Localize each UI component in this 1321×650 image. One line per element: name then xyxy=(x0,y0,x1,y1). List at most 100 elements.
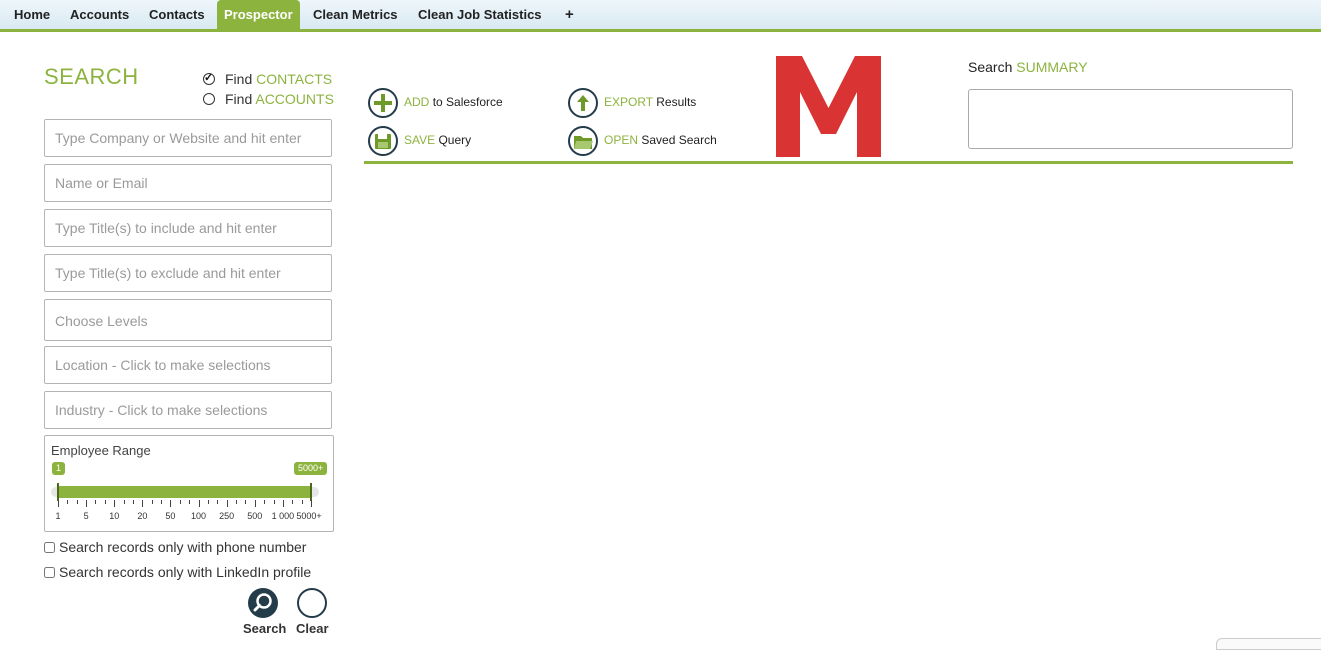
location-field xyxy=(44,346,332,384)
find-contacts-radio[interactable] xyxy=(203,71,215,85)
find-contacts-prefix: Find xyxy=(225,71,253,87)
linkedin-filter-checkbox[interactable] xyxy=(44,567,55,578)
linkedin-filter-label: Search records only with LinkedIn profil… xyxy=(59,564,312,580)
clear-button[interactable] xyxy=(297,588,327,618)
find-contacts-label: CONTACTS xyxy=(256,71,333,87)
tab-clean-metrics[interactable]: Clean Metrics xyxy=(313,0,398,29)
scale-tick-label: 50 xyxy=(165,511,176,521)
corner-widget[interactable] xyxy=(1216,638,1321,650)
scale-tick xyxy=(273,500,275,504)
open-saved-search-label[interactable]: OPEN Saved Search xyxy=(604,133,717,147)
phone-filter-row: Search records only with phone number xyxy=(44,539,306,555)
upload-arrow-icon xyxy=(577,95,589,111)
tab-home[interactable]: Home xyxy=(14,0,50,29)
location-input[interactable] xyxy=(55,348,321,382)
scale-tick xyxy=(179,500,181,504)
tab-contacts[interactable]: Contacts xyxy=(149,0,205,29)
tab-accounts[interactable]: Accounts xyxy=(70,0,129,29)
search-summary-textarea[interactable] xyxy=(968,89,1293,149)
scale-tick xyxy=(123,500,125,504)
summary-accent: SUMMARY xyxy=(1016,59,1088,75)
export-results-button[interactable] xyxy=(568,88,598,118)
scale-tick xyxy=(142,500,144,507)
name-email-input[interactable] xyxy=(55,166,321,200)
find-contacts-option[interactable]: Find CONTACTS xyxy=(203,71,332,87)
scale-tick xyxy=(104,500,106,504)
open-rest: Saved Search xyxy=(641,133,717,147)
find-accounts-option[interactable]: Find ACCOUNTS xyxy=(203,91,334,107)
range-max-handle[interactable] xyxy=(310,483,312,501)
scale-tick-label: 100 xyxy=(191,511,207,521)
find-accounts-prefix: Find xyxy=(225,91,253,107)
scale-tick-label: 500 xyxy=(247,511,263,521)
search-button[interactable] xyxy=(248,588,278,618)
range-fill xyxy=(58,486,311,498)
scale-tick-label: 5000+ xyxy=(296,511,322,521)
export-results-label[interactable]: EXPORT Results xyxy=(604,95,696,109)
range-min-handle[interactable] xyxy=(57,483,59,501)
scale-tick-label: 5 xyxy=(83,511,89,521)
scale-tick-label: 20 xyxy=(137,511,148,521)
scale-tick-label: 250 xyxy=(219,511,235,521)
add-accent: ADD xyxy=(404,95,430,109)
linkedin-filter-row: Search records only with LinkedIn profil… xyxy=(44,564,311,580)
name-email-field xyxy=(44,164,332,202)
open-saved-search-button[interactable] xyxy=(568,126,598,156)
scale-tick xyxy=(114,500,116,507)
magnifier-icon xyxy=(253,593,272,612)
scale-tick xyxy=(311,500,312,507)
scale-tick xyxy=(58,500,59,507)
phone-filter-checkbox[interactable] xyxy=(44,542,55,553)
add-to-salesforce-label[interactable]: ADD to Salesforce xyxy=(404,95,503,109)
add-tab-button[interactable]: + xyxy=(565,0,574,29)
floppy-disk-icon xyxy=(375,134,391,149)
levels-field xyxy=(44,299,332,341)
tab-clean-job-statistics[interactable]: Clean Job Statistics xyxy=(418,0,542,29)
scale-tick xyxy=(76,500,78,504)
employee-range-box: Employee Range 1 5000+ 1 5 10 20 50 100 250 500… xyxy=(44,435,334,532)
save-query-button[interactable] xyxy=(368,126,398,156)
company-field xyxy=(44,119,332,157)
scale-tick xyxy=(198,500,200,507)
results-divider xyxy=(364,161,1293,164)
scale-tick xyxy=(67,500,69,504)
search-summary-label: Search SUMMARY xyxy=(968,59,1088,75)
industry-field xyxy=(44,391,332,429)
scale-tick xyxy=(170,500,172,507)
export-rest: Results xyxy=(656,95,697,109)
find-accounts-label: ACCOUNTS xyxy=(255,91,334,107)
scale-tick xyxy=(217,500,219,504)
range-max-badge: 5000+ xyxy=(294,462,328,475)
scale-tick-label: 1 000 xyxy=(271,511,295,521)
scale-tick xyxy=(161,500,163,504)
scale-tick xyxy=(207,500,209,504)
scale-tick xyxy=(236,500,238,504)
scale-tick xyxy=(254,500,256,507)
levels-input[interactable] xyxy=(55,301,321,341)
employee-range-label: Employee Range xyxy=(51,443,151,458)
title-exclude-field xyxy=(44,254,332,292)
m-logo xyxy=(776,56,881,157)
scale-tick xyxy=(86,500,88,507)
range-min-badge: 1 xyxy=(52,462,66,475)
open-accent: OPEN xyxy=(604,133,639,147)
add-to-salesforce-button[interactable] xyxy=(368,88,398,118)
title-include-input[interactable] xyxy=(55,211,321,245)
save-accent: SAVE xyxy=(404,133,436,147)
scale-tick xyxy=(245,500,247,504)
find-accounts-radio[interactable] xyxy=(203,93,215,105)
industry-input[interactable] xyxy=(55,393,321,427)
top-tab-bar: Home Accounts Contacts Prospector Clean … xyxy=(0,0,1321,32)
tab-prospector[interactable]: Prospector xyxy=(217,0,300,29)
scale-tick-label: 10 xyxy=(109,511,120,521)
scale-tick xyxy=(301,500,303,504)
title-exclude-input[interactable] xyxy=(55,256,321,290)
company-input[interactable] xyxy=(55,121,321,155)
scale-tick xyxy=(132,500,134,504)
search-button-label: Search xyxy=(243,621,287,636)
add-rest: to Salesforce xyxy=(432,95,503,109)
scale-tick xyxy=(226,500,228,507)
save-query-label[interactable]: SAVE Query xyxy=(404,133,471,147)
scale-tick xyxy=(189,500,191,504)
phone-filter-label: Search records only with phone number xyxy=(59,539,307,555)
